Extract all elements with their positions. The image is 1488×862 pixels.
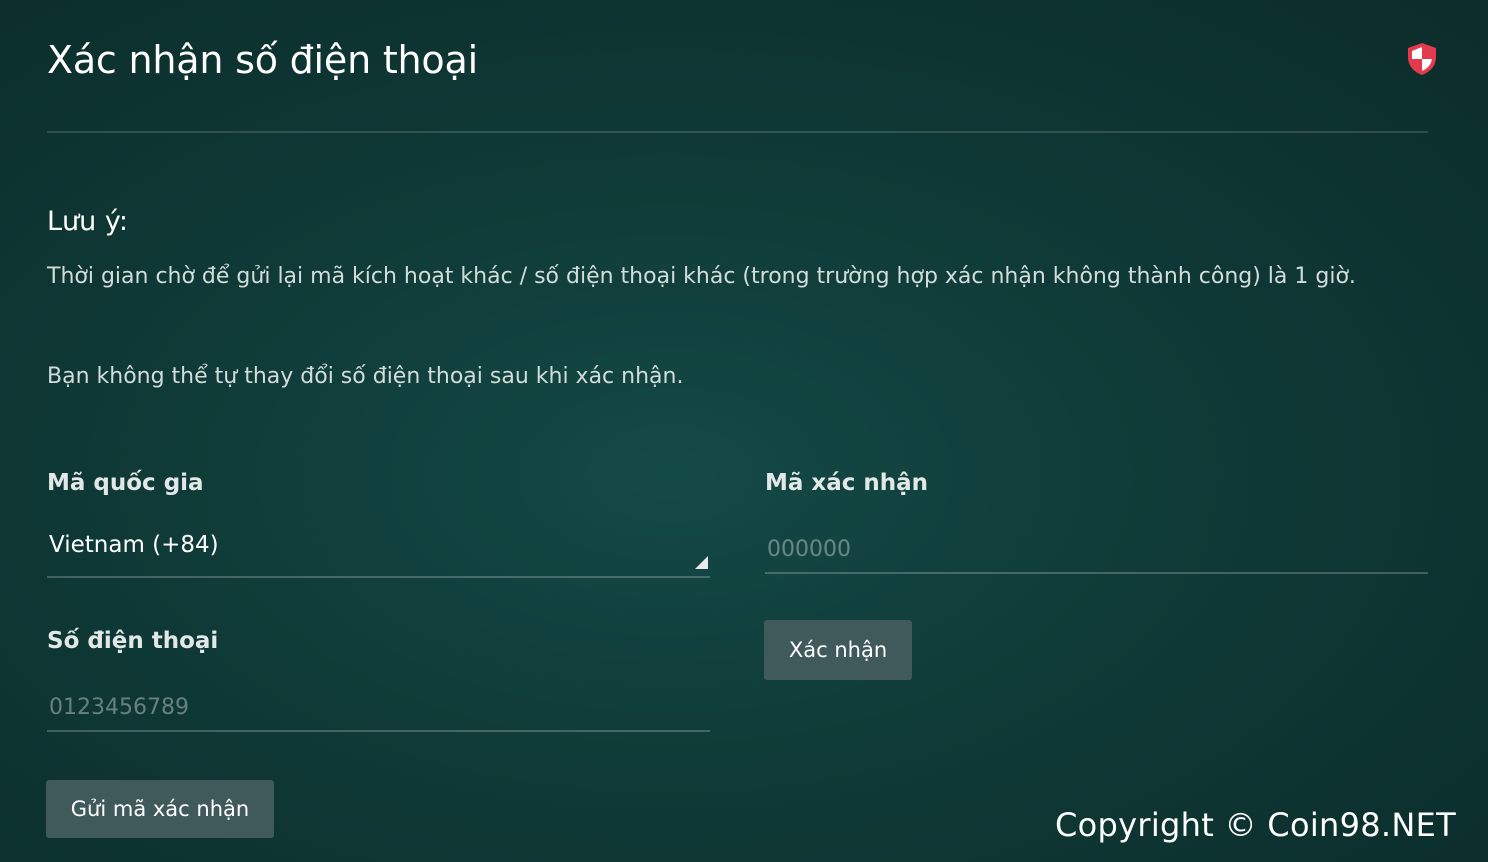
send-code-button[interactable]: Gửi mã xác nhận bbox=[46, 780, 274, 838]
country-code-value: Vietnam (+84) bbox=[49, 532, 219, 558]
page-title: Xác nhận số điện thoại bbox=[47, 38, 478, 82]
verification-code-label: Mã xác nhận bbox=[765, 470, 929, 496]
country-code-select[interactable]: Vietnam (+84) bbox=[47, 526, 710, 578]
confirm-button[interactable]: Xác nhận bbox=[764, 620, 912, 680]
note-paragraph-wait-time: Thời gian chờ để gửi lại mã kích hoạt kh… bbox=[47, 264, 1356, 289]
header-divider bbox=[47, 131, 1428, 133]
country-code-label: Mã quốc gia bbox=[47, 470, 204, 496]
note-heading: Lưu ý: bbox=[47, 206, 128, 237]
verification-code-input[interactable] bbox=[765, 526, 1428, 574]
note-paragraph-no-change: Bạn không thể tự thay đổi số điện thoại … bbox=[47, 364, 684, 389]
phone-number-label: Số điện thoại bbox=[47, 628, 219, 654]
triangle-corner-icon bbox=[695, 556, 708, 569]
phone-number-input[interactable] bbox=[47, 684, 710, 732]
shield-icon bbox=[1408, 43, 1436, 75]
copyright-watermark: Copyright © Coin98.NET bbox=[1055, 806, 1456, 844]
